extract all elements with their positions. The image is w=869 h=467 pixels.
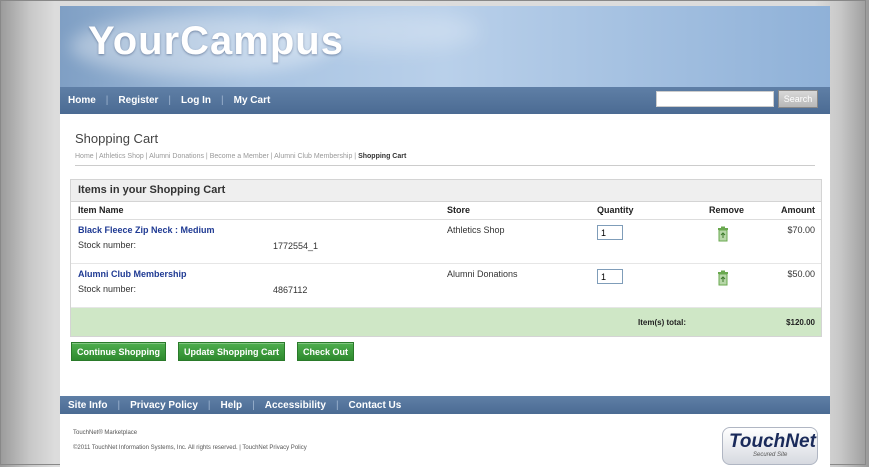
cart-row: Alumni Club Membership Stock number: 486…: [71, 264, 821, 308]
cart-row: Black Fleece Zip Neck : Medium Stock num…: [71, 220, 821, 264]
header-banner: YourCampus: [60, 6, 830, 87]
footer-accessibility[interactable]: Accessibility: [265, 400, 326, 411]
trash-icon[interactable]: [717, 226, 729, 242]
item-amount: $50.00: [787, 269, 815, 279]
nav-register[interactable]: Register: [118, 95, 158, 106]
footer-site-info[interactable]: Site Info: [68, 400, 107, 411]
cart-actions: Continue Shopping Update Shopping Cart C…: [71, 342, 366, 361]
divider: [75, 165, 815, 166]
nav-my-cart[interactable]: My Cart: [234, 95, 271, 106]
col-store: Store: [447, 205, 471, 215]
page: YourCampus Home | Register | Log In | My…: [60, 6, 830, 467]
breadcrumb-athletics-shop[interactable]: Athletics Shop: [99, 153, 144, 160]
cart-column-headers: Item Name Store Quantity Remove Amount: [71, 202, 821, 220]
top-navbar: Home | Register | Log In | My Cart Searc…: [60, 87, 830, 114]
total-value: $120.00: [786, 318, 815, 327]
nav-login[interactable]: Log In: [181, 95, 211, 106]
footer-contact-us[interactable]: Contact Us: [349, 400, 402, 411]
total-label: Item(s) total:: [638, 318, 686, 327]
col-remove: Remove: [709, 205, 745, 215]
touchnet-marketplace-text: TouchNet® Marketplace: [73, 430, 138, 436]
item-amount: $70.00: [787, 225, 815, 235]
item-name-link[interactable]: Alumni Club Membership: [78, 269, 187, 279]
touchnet-logo: TouchNet Secured Site: [722, 427, 818, 465]
site-logo[interactable]: YourCampus: [88, 19, 344, 64]
breadcrumb-home[interactable]: Home: [75, 153, 94, 160]
item-name-link[interactable]: Black Fleece Zip Neck : Medium: [78, 225, 215, 235]
cart-total-row: Item(s) total: $120.00: [71, 308, 821, 336]
breadcrumb-alumni-donations[interactable]: Alumni Donations: [149, 153, 204, 160]
stock-number: 4867112: [273, 285, 308, 295]
footer-navbar: Site Info | Privacy Policy | Help | Acce…: [60, 396, 830, 414]
store-name: Alumni Donations: [447, 269, 518, 279]
page-title: Shopping Cart: [75, 131, 159, 146]
col-amount: Amount: [781, 205, 815, 215]
nav-home[interactable]: Home: [68, 95, 96, 106]
touchnet-logo-text: TouchNet: [729, 431, 816, 452]
check-out-button[interactable]: Check Out: [296, 342, 354, 361]
stock-label: Stock number:: [78, 284, 137, 294]
breadcrumb-current: Shopping Cart: [358, 153, 407, 160]
breadcrumb: Home | Athletics Shop | Alumni Donations…: [75, 153, 407, 160]
quantity-input[interactable]: [597, 225, 623, 240]
trash-icon[interactable]: [717, 270, 729, 286]
col-item-name: Item Name: [78, 205, 124, 215]
breadcrumb-become-member[interactable]: Become a Member: [210, 153, 269, 160]
copyright-text: ©2011 TouchNet Information Systems, Inc.…: [73, 445, 307, 451]
store-name: Athletics Shop: [447, 225, 505, 235]
footer-privacy-policy[interactable]: Privacy Policy: [130, 400, 198, 411]
stock-label: Stock number:: [78, 240, 137, 250]
update-cart-button[interactable]: Update Shopping Cart: [177, 342, 285, 361]
continue-shopping-button[interactable]: Continue Shopping: [71, 342, 166, 361]
col-quantity: Quantity: [597, 205, 634, 215]
cart-table: Items in your Shopping Cart Item Name St…: [70, 179, 822, 337]
breadcrumb-alumni-club[interactable]: Alumni Club Membership: [274, 153, 352, 160]
quantity-input[interactable]: [597, 269, 623, 284]
footer-help[interactable]: Help: [221, 400, 243, 411]
stock-number: 1772554_1: [273, 241, 319, 251]
search-button[interactable]: Search: [778, 90, 818, 108]
cart-heading: Items in your Shopping Cart: [78, 184, 226, 196]
touchnet-logo-subtext: Secured Site: [753, 452, 788, 458]
search-input[interactable]: [656, 91, 774, 107]
